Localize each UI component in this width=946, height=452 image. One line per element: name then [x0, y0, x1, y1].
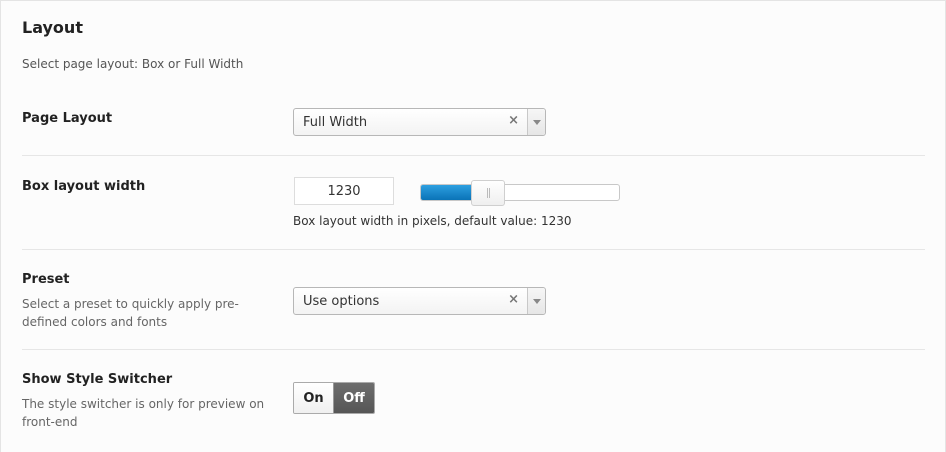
divider — [22, 349, 925, 350]
box-width-label: Box layout width — [22, 179, 146, 194]
preset-description: Select a preset to quickly apply pre-def… — [22, 297, 239, 329]
toggle-on-button[interactable]: On — [294, 383, 334, 413]
settings-panel: Layout Select page layout: Box or Full W… — [0, 0, 946, 452]
box-width-slider[interactable] — [420, 180, 620, 206]
preset-value: Use options — [303, 294, 380, 309]
divider — [22, 155, 925, 156]
preset-label: Preset — [22, 272, 70, 287]
style-switcher-description: The style switcher is only for preview o… — [22, 397, 265, 429]
clear-icon[interactable]: × — [508, 292, 519, 307]
page-layout-value: Full Width — [303, 115, 368, 130]
box-width-hint: Box layout width in pixels, default valu… — [293, 214, 572, 228]
slider-handle[interactable] — [471, 180, 505, 206]
box-width-input[interactable] — [294, 177, 394, 205]
toggle-off-button[interactable]: Off — [334, 383, 374, 413]
slider-fill — [421, 185, 475, 200]
section-title: Layout — [22, 18, 83, 37]
section-description: Select page layout: Box or Full Width — [22, 57, 244, 71]
dropdown-toggle[interactable] — [527, 109, 545, 135]
dropdown-toggle[interactable] — [527, 288, 545, 314]
grip-icon — [487, 188, 490, 198]
page-layout-select[interactable]: Full Width × — [293, 108, 546, 136]
chevron-down-icon — [533, 120, 541, 125]
clear-icon[interactable]: × — [508, 113, 519, 128]
divider — [22, 249, 925, 250]
chevron-down-icon — [533, 299, 541, 304]
style-switcher-label: Show Style Switcher — [22, 372, 173, 387]
page-layout-label: Page Layout — [22, 111, 113, 126]
style-switcher-toggle[interactable]: On Off — [293, 382, 375, 414]
preset-select[interactable]: Use options × — [293, 287, 546, 315]
